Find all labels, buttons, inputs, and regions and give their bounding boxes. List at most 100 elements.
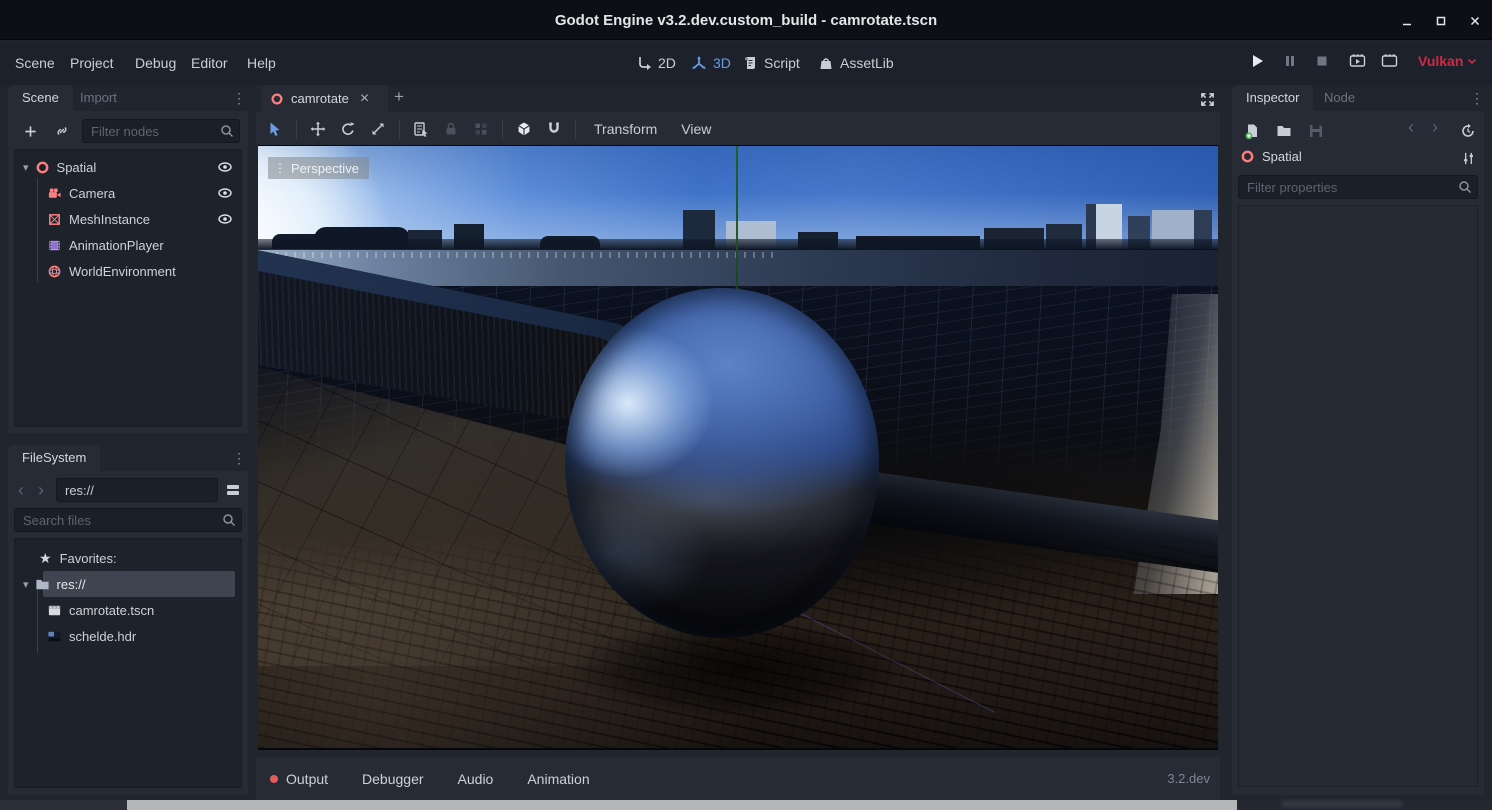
menu-help[interactable]: Help: [247, 53, 276, 73]
perspective-menu[interactable]: ⋮ Perspective: [268, 157, 369, 179]
workspace-2d[interactable]: 2D: [636, 52, 676, 74]
save-icon[interactable]: [1304, 119, 1328, 143]
renderer-selector[interactable]: Vulkan: [1418, 53, 1477, 69]
edited-object-row[interactable]: Spatial: [1240, 149, 1302, 164]
maximize-button[interactable]: [1432, 14, 1450, 28]
minimize-button[interactable]: [1398, 14, 1416, 28]
tab-inspector[interactable]: Inspector: [1232, 85, 1314, 111]
group-selected-button[interactable]: [466, 116, 496, 142]
close-window-button[interactable]: [1466, 14, 1484, 28]
history-back-icon[interactable]: ‹: [18, 479, 24, 501]
menu-editor[interactable]: Editor: [191, 53, 228, 73]
new-scene-tab-icon[interactable]: +: [394, 87, 404, 107]
node-label: Camera: [69, 185, 116, 201]
filter-properties-input[interactable]: [1238, 175, 1478, 199]
lock-selected-button[interactable]: [436, 116, 466, 142]
search-files-input[interactable]: [14, 508, 242, 532]
background-window-edge: [0, 800, 127, 810]
file-label: schelde.hdr: [69, 628, 137, 644]
select-tool-button[interactable]: [260, 116, 290, 142]
tree-row-spatial[interactable]: ▾ Spatial: [15, 154, 241, 180]
inspector-properties-area[interactable]: [1238, 205, 1478, 787]
pause-button[interactable]: [1282, 53, 1298, 69]
add-node-button[interactable]: [18, 119, 42, 143]
transform-menu[interactable]: Transform: [582, 121, 669, 137]
3d-viewport[interactable]: ⋮ Perspective: [258, 145, 1218, 750]
tree-row-camera[interactable]: Camera: [15, 180, 241, 206]
play-button[interactable]: [1249, 53, 1265, 69]
bottom-tab-animation[interactable]: Animation: [527, 771, 589, 787]
window-title: Godot Engine v3.2.dev.custom_build - cam…: [554, 12, 938, 29]
node-label: MeshInstance: [69, 211, 150, 227]
fs-row-scene-file[interactable]: camrotate.tscn: [15, 597, 241, 623]
filesystem-menu-icon[interactable]: ⋮: [232, 449, 246, 467]
stop-button[interactable]: [1314, 53, 1330, 69]
scene-tab-camrotate[interactable]: camrotate ×: [262, 85, 388, 112]
tree-row-worldenvironment[interactable]: WorldEnvironment: [15, 258, 241, 284]
workspace-3d[interactable]: 3D: [691, 52, 731, 74]
output-dot-icon: [270, 774, 278, 783]
bottom-panel-bar: Output Debugger Audio Animation 3.2.dev: [256, 757, 1220, 800]
inspector-menu-icon[interactable]: ⋮: [1470, 89, 1484, 107]
snap-toggle-button[interactable]: [539, 116, 569, 142]
menu-debug[interactable]: Debug: [135, 53, 176, 73]
instance-scene-icon[interactable]: [50, 119, 74, 143]
list-select-button[interactable]: [406, 116, 436, 142]
bottom-tab-debugger[interactable]: Debugger: [362, 771, 424, 787]
fs-row-favorites[interactable]: ★ Favorites:: [15, 545, 241, 571]
visibility-eye-icon[interactable]: [217, 159, 233, 175]
viewport-skyline: [258, 204, 1218, 250]
reflective-sphere[interactable]: [565, 288, 879, 638]
tab-node[interactable]: Node: [1310, 85, 1369, 111]
path-field[interactable]: [56, 478, 218, 502]
view-menu[interactable]: View: [669, 121, 723, 137]
history-icon[interactable]: [1456, 119, 1480, 143]
tab-scene[interactable]: Scene: [8, 85, 73, 111]
water-glints: [258, 252, 778, 258]
split-mode-icon[interactable]: [222, 478, 244, 502]
expand-caret-icon[interactable]: ▾: [23, 578, 29, 591]
scene-dock-menu-icon[interactable]: ⋮: [232, 89, 246, 107]
viewport-toolbar: Transform View: [256, 112, 1220, 145]
visibility-eye-icon[interactable]: [217, 211, 233, 227]
expand-caret-icon[interactable]: ▾: [23, 161, 29, 174]
scale-tool-button[interactable]: [363, 116, 393, 142]
search-icon: [220, 124, 234, 138]
play-scene-button[interactable]: [1349, 53, 1366, 69]
edited-object-label: Spatial: [1262, 149, 1302, 164]
inspector-panel: ‹ › Spatial: [1232, 111, 1484, 795]
workspace-3d-label: 3D: [713, 55, 731, 71]
history-forward-icon[interactable]: ›: [38, 479, 44, 501]
worldenvironment-node-icon: [47, 264, 62, 279]
workspace-script[interactable]: Script: [742, 52, 800, 74]
menu-project[interactable]: Project: [70, 53, 114, 73]
menu-scene[interactable]: Scene: [15, 53, 55, 73]
workspace-assetlib[interactable]: AssetLib: [818, 52, 894, 74]
bottom-tab-audio[interactable]: Audio: [458, 771, 494, 787]
history-back-icon[interactable]: ‹: [1408, 117, 1414, 138]
scene-tab-icon: [270, 92, 284, 106]
star-icon: ★: [39, 549, 52, 566]
fs-row-res[interactable]: ▾ res://: [15, 571, 241, 597]
tab-filesystem[interactable]: FileSystem: [8, 445, 101, 471]
snap-object-button[interactable]: [509, 116, 539, 142]
load-resource-icon[interactable]: [1272, 119, 1296, 143]
distraction-free-icon[interactable]: [1196, 88, 1218, 110]
node-label: WorldEnvironment: [69, 263, 176, 279]
spatial-node-icon: [1240, 149, 1255, 164]
tab-import[interactable]: Import: [66, 85, 131, 111]
object-options-icon[interactable]: [1456, 147, 1480, 169]
fs-row-hdr-file[interactable]: schelde.hdr: [15, 623, 241, 649]
rotate-tool-button[interactable]: [333, 116, 363, 142]
new-resource-button[interactable]: [1240, 119, 1264, 143]
scene-file-icon: [47, 603, 62, 618]
bottom-tab-output[interactable]: Output: [286, 771, 328, 787]
move-tool-button[interactable]: [303, 116, 333, 142]
tree-row-animationplayer[interactable]: AnimationPlayer: [15, 232, 241, 258]
play-custom-scene-button[interactable]: [1381, 53, 1398, 69]
close-tab-icon[interactable]: ×: [360, 90, 369, 108]
history-forward-icon[interactable]: ›: [1432, 117, 1438, 138]
filter-nodes-input[interactable]: [82, 119, 240, 143]
tree-row-meshinstance[interactable]: MeshInstance: [15, 206, 241, 232]
visibility-eye-icon[interactable]: [217, 185, 233, 201]
